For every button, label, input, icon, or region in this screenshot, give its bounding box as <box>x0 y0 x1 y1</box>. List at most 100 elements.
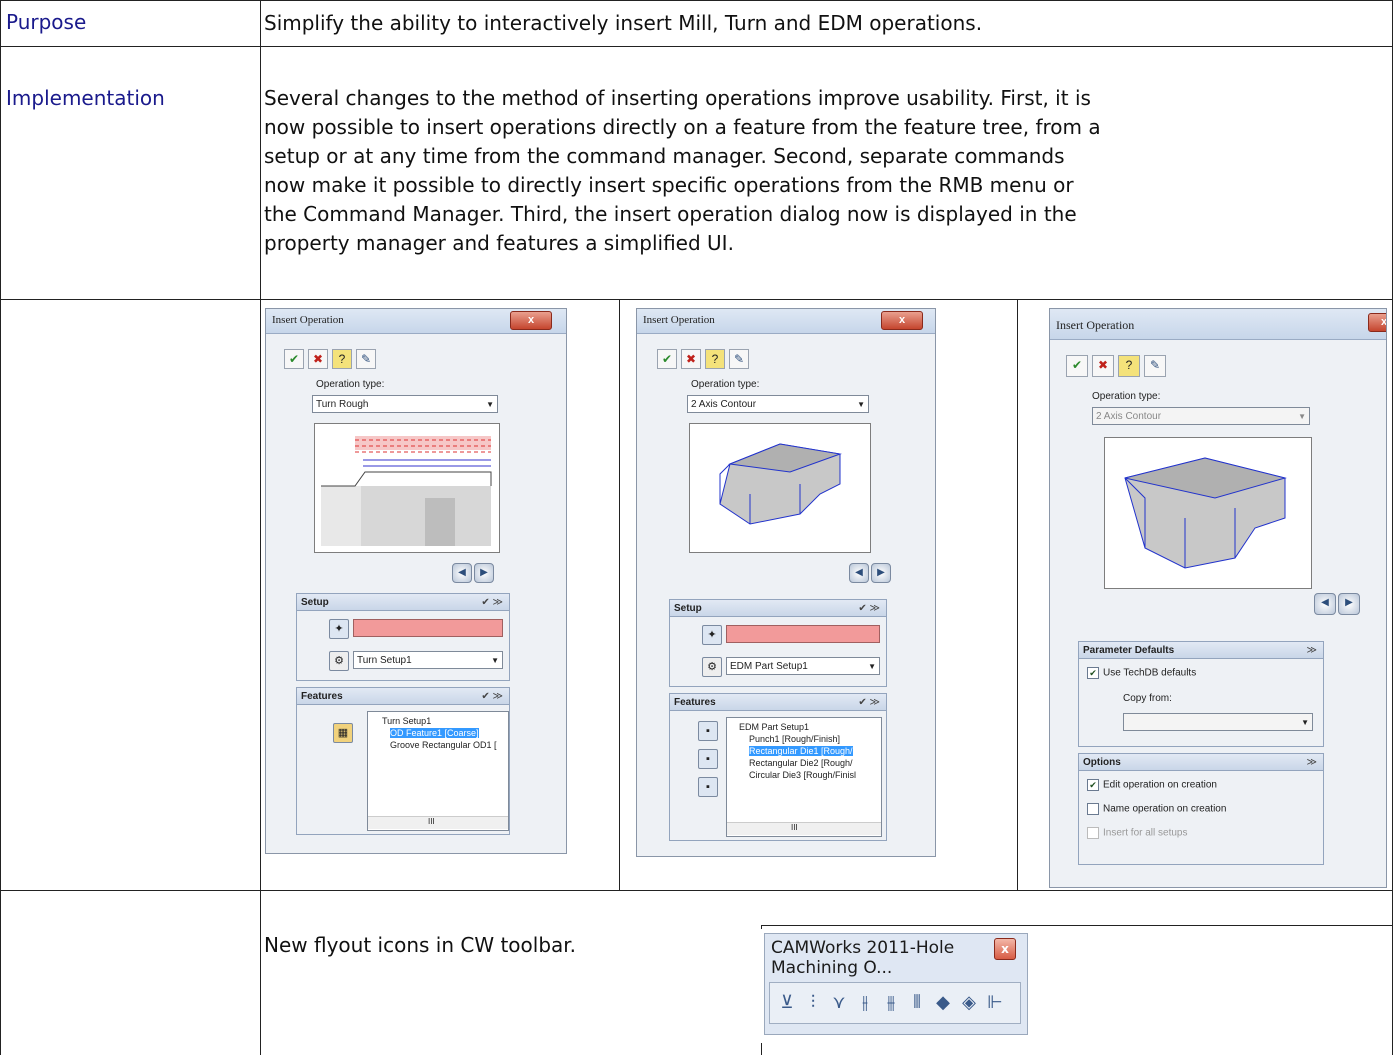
shot2-pin-icon[interactable]: ✎ <box>729 349 749 369</box>
shot1-feature-pick-icon[interactable]: ▦ <box>333 723 353 743</box>
cut-icon[interactable]: ◆ <box>932 991 954 1015</box>
shot3-param-header-label: Parameter Defaults <box>1083 645 1175 656</box>
shot3-prev-icon[interactable]: ◀ <box>1314 593 1336 615</box>
shot1-cancel-icon[interactable]: ✖ <box>308 349 328 369</box>
two-axis-contour-preview-icon-3 <box>1124 457 1287 569</box>
row-divider-2 <box>0 46 1393 47</box>
shot2-features-collapse-icon: ✔ ≫ <box>858 697 880 708</box>
tap-icon[interactable]: ⫴ <box>906 991 928 1015</box>
shot3-copy-from-dropdown-icon: ▼ <box>1301 718 1309 727</box>
toolbar-row-text: New flyout icons in CW toolbar. <box>264 933 577 957</box>
shot1-setup-header-label: Setup <box>301 597 329 608</box>
shot1-features-header[interactable]: Features ✔ ≫ <box>296 687 510 705</box>
shot1-tree-scrollbar[interactable]: III <box>368 816 508 829</box>
shot2-feature-pick-icon-1[interactable]: ▪ <box>698 721 718 741</box>
thread-mill-icon[interactable]: ⊩ <box>984 991 1006 1015</box>
shot3-cancel-icon[interactable]: ✖ <box>1092 355 1114 377</box>
shot2-tree-item-4[interactable]: Circular Die3 [Rough/Finisl <box>749 770 856 780</box>
shot1-ok-icon[interactable]: ✔ <box>284 349 304 369</box>
shot1-setup-header[interactable]: Setup ✔ ≫ <box>296 593 510 611</box>
bore-icon[interactable]: ⫵ <box>880 991 902 1015</box>
shot3-close-icon[interactable]: x <box>1368 313 1386 332</box>
shot3-ok-icon[interactable]: ✔ <box>1066 355 1088 377</box>
shot2-feature-tree[interactable]: EDM Part Setup1 Punch1 [Rough/Finish] Re… <box>726 717 882 837</box>
shot3-param-defaults-header[interactable]: Parameter Defaults ≫ <box>1078 641 1324 659</box>
shot1-tree-item-1[interactable]: OD Feature1 [Coarse] <box>390 728 479 738</box>
shot2-close-icon[interactable]: x <box>881 311 923 330</box>
shot3-title: Insert Operation <box>1056 318 1135 332</box>
shot1-tree-item-2[interactable]: Groove Rectangular OD1 [ <box>390 740 497 750</box>
shot1-scroll-thumb: III <box>428 817 435 826</box>
shot2-tree-item-1[interactable]: Punch1 [Rough/Finish] <box>749 734 840 744</box>
shot1-prev-icon[interactable]: ◀ <box>452 563 472 583</box>
shot3-param-collapse-icon: ≫ <box>1306 645 1317 656</box>
shot2-op-type-value: 2 Axis Contour <box>691 399 757 410</box>
shot3-next-icon[interactable]: ▶ <box>1338 593 1360 615</box>
shot2-setup-select[interactable]: EDM Part Setup1 ▼ <box>726 657 880 675</box>
shot3-options-body: ✔ Edit operation on creation Name operati… <box>1078 771 1324 865</box>
shot3-name-on-creation-checkbox[interactable]: Name operation on creation <box>1087 803 1226 815</box>
shot2-setup-selection-box[interactable] <box>726 625 880 643</box>
shot3-options-collapse-icon: ≫ <box>1306 757 1317 768</box>
shot1-dropdown-icon: ▼ <box>486 400 494 409</box>
shot1-close-icon[interactable]: x <box>510 311 552 330</box>
shot2-setup-header[interactable]: Setup ✔ ≫ <box>669 599 887 617</box>
spot-drill-icon[interactable]: ⊻ <box>776 991 798 1015</box>
shot1-next-icon[interactable]: ▶ <box>474 563 494 583</box>
shot1-setup-pick-icon[interactable]: ✦ <box>329 619 349 639</box>
shot2-op-type-select[interactable]: 2 Axis Contour ▼ <box>687 395 869 413</box>
shot3-edit-on-creation-checkbox[interactable]: ✔ Edit operation on creation <box>1087 779 1217 791</box>
shot2-help-icon[interactable]: ? <box>705 349 725 369</box>
insert-operation-shot-edm: Insert Operation x ✔ ✖ ? ✎ Operation typ… <box>636 308 936 857</box>
shot1-help-icon[interactable]: ? <box>332 349 352 369</box>
shot2-tree-item-3[interactable]: Rectangular Die2 [Rough/ <box>749 758 853 768</box>
camworks-toolbar-window: CAMWorks 2011-Hole Machining O... x ⊻ ⫶ … <box>764 933 1028 1035</box>
shot3-insert-all-setups-checkbox: Insert for all setups <box>1087 827 1187 839</box>
shot1-setup-body: ✦ ⚙ Turn Setup1 ▼ <box>296 611 510 681</box>
shot2-setup-gear-icon: ⚙ <box>702 657 722 677</box>
shot2-feature-pick-icon-2[interactable]: ▪ <box>698 749 718 769</box>
mill-icon[interactable]: ◈ <box>958 991 980 1015</box>
shot2-prev-icon[interactable]: ◀ <box>849 563 869 583</box>
shot1-op-type-value: Turn Rough <box>316 399 369 410</box>
shot3-pin-icon[interactable]: ✎ <box>1144 355 1166 377</box>
drill-icon[interactable]: ⫶ <box>802 991 824 1015</box>
countersink-icon[interactable]: ⋎ <box>828 991 850 1015</box>
shot1-setup-value: Turn Setup1 <box>357 655 412 666</box>
shot3-options-header[interactable]: Options ≫ <box>1078 753 1324 771</box>
shot2-setup-dropdown-icon: ▼ <box>868 662 876 671</box>
shot3-edit-label: Edit operation on creation <box>1103 779 1217 791</box>
insert-operation-shot-turn: Insert Operation x ✔ ✖ ? ✎ Operation typ… <box>265 308 567 854</box>
shot3-copy-from-select: ▼ <box>1123 713 1313 731</box>
shot2-tree-item-0[interactable]: EDM Part Setup1 <box>739 722 809 732</box>
table-right-border <box>1392 0 1393 1055</box>
shot2-setup-pick-icon[interactable]: ✦ <box>702 625 722 645</box>
shot1-pin-icon[interactable]: ✎ <box>356 349 376 369</box>
shot2-preview-image <box>689 423 871 553</box>
shot1-setup-select[interactable]: Turn Setup1 ▼ <box>353 651 503 669</box>
implementation-line-6: property manager and features a simplifi… <box>264 231 734 255</box>
shot3-help-icon[interactable]: ? <box>1118 355 1140 377</box>
purpose-text: Simplify the ability to interactively in… <box>264 11 983 35</box>
shot2-features-header[interactable]: Features ✔ ≫ <box>669 693 887 711</box>
toolbar-box-top <box>761 925 1393 926</box>
shot2-feature-pick-icon-3[interactable]: ▪ <box>698 777 718 797</box>
shot1-feature-tree[interactable]: Turn Setup1 OD Feature1 [Coarse] Groove … <box>367 711 509 831</box>
ream-icon[interactable]: ⫲ <box>854 991 876 1015</box>
camworks-toolbar: CAMWorks 2011-Hole Machining O... x ⊻ ⫶ … <box>761 929 1032 1043</box>
shot1-features-collapse-icon: ✔ ≫ <box>481 691 503 702</box>
shot3-op-type-value: 2 Axis Contour <box>1096 411 1162 422</box>
shot2-cancel-icon[interactable]: ✖ <box>681 349 701 369</box>
shot2-next-icon[interactable]: ▶ <box>871 563 891 583</box>
row-divider-3 <box>0 299 1393 300</box>
shot2-ok-icon[interactable]: ✔ <box>657 349 677 369</box>
camworks-toolbar-close-icon[interactable]: x <box>994 938 1016 960</box>
implementation-line-3: setup or at any time from the command ma… <box>264 144 1065 168</box>
shot1-setup-selection-box[interactable] <box>353 619 503 637</box>
shot1-op-type-select[interactable]: Turn Rough ▼ <box>312 395 498 413</box>
shot1-tree-item-0[interactable]: Turn Setup1 <box>382 716 431 726</box>
shot2-tree-scrollbar[interactable]: III <box>727 822 881 835</box>
turn-rough-preview-icon <box>321 436 492 546</box>
shot2-tree-item-2[interactable]: Rectangular Die1 [Rough/ <box>749 746 853 756</box>
shot3-use-techdb-checkbox[interactable]: ✔ Use TechDB defaults <box>1087 667 1196 679</box>
